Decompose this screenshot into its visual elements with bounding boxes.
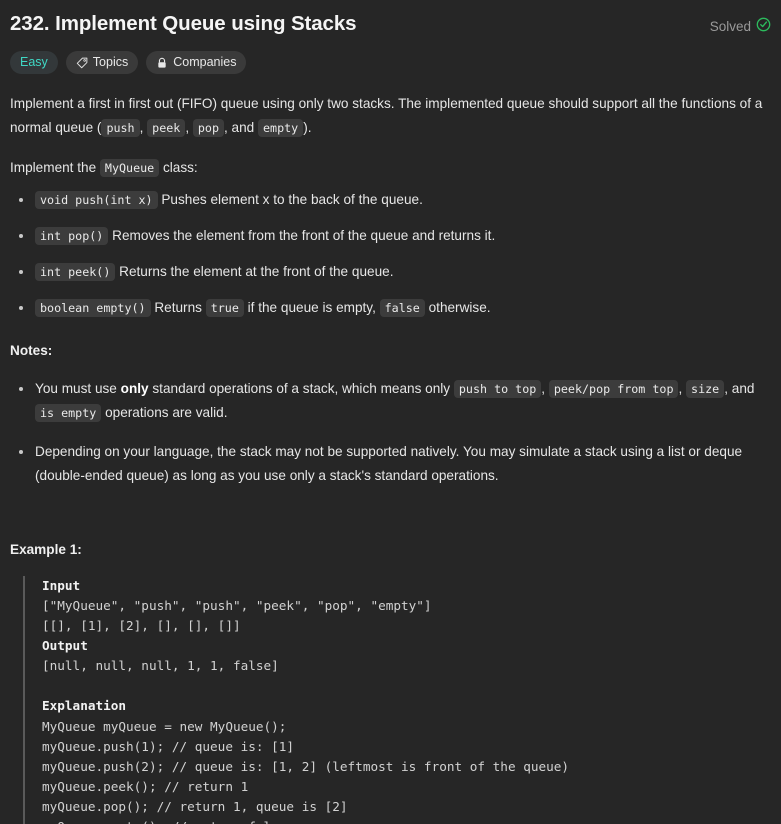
- list-item: boolean empty() Returns true if the queu…: [10, 296, 771, 320]
- note-text-e: , and: [724, 381, 755, 396]
- method-list: void push(int x) Pushes element x to the…: [10, 188, 771, 320]
- companies-pill[interactable]: Companies: [146, 51, 247, 74]
- code-chip-signature: boolean empty(): [35, 299, 151, 317]
- list-item: int peek() Returns the element at the fr…: [10, 260, 771, 284]
- sep-3: , and: [224, 120, 259, 135]
- example-input-label: Input: [42, 578, 81, 593]
- topics-pill[interactable]: Topics: [65, 51, 139, 74]
- note-emphasis: only: [120, 381, 149, 396]
- implement-text-b: class:: [159, 160, 198, 175]
- code-chip-push: push: [101, 119, 140, 137]
- intro-paragraph: Implement a first in first out (FIFO) qu…: [10, 92, 771, 140]
- tag-pill-row: Easy Topics Companies: [10, 51, 771, 74]
- intro-text-b: ).: [303, 120, 312, 135]
- implement-class-paragraph: Implement the MyQueue class:: [10, 156, 771, 180]
- tag-icon: [76, 57, 88, 69]
- lock-icon: [156, 57, 168, 69]
- note-text-f: operations are valid.: [101, 405, 228, 420]
- code-chip-false: false: [379, 299, 425, 317]
- page-title: 232. Implement Queue using Stacks: [10, 12, 357, 35]
- method-description: Removes the element from the front of th…: [108, 228, 496, 243]
- list-item: You must use only standard operations of…: [10, 377, 771, 425]
- check-circle-icon: [756, 17, 771, 35]
- method-description-a: Returns: [150, 300, 206, 315]
- method-description-b: if the queue is empty,: [243, 300, 380, 315]
- note-text-b: standard operations of a stack, which me…: [148, 381, 454, 396]
- problem-description-panel: 232. Implement Queue using Stacks Solved…: [0, 0, 781, 824]
- example-code-block: Input ["MyQueue", "push", "push", "peek"…: [23, 576, 771, 824]
- list-item: int pop() Removes the element from the f…: [10, 224, 771, 248]
- difficulty-easy-pill[interactable]: Easy: [10, 51, 58, 74]
- problem-header: 232. Implement Queue using Stacks Solved: [10, 8, 771, 37]
- example-heading: Example 1:: [10, 542, 82, 557]
- example-explanation-line-5: myQueue.pop(); // return 1, queue is [2]: [42, 798, 348, 814]
- example-explanation-line-6: myQueue.empty(); // return false: [42, 819, 286, 824]
- example-explanation-line-2: myQueue.push(1); // queue is: [1]: [42, 738, 295, 754]
- method-description: Pushes element x to the back of the queu…: [157, 192, 423, 207]
- status-badge: Solved: [710, 11, 771, 35]
- code-chip-signature: int pop(): [35, 227, 109, 245]
- code-chip-peek-pop-from-top: peek/pop from top: [548, 380, 679, 398]
- example-explanation-label: Explanation: [42, 698, 127, 714]
- solved-label: Solved: [709, 18, 751, 34]
- code-chip-empty: empty: [258, 119, 304, 137]
- code-chip-myqueue: MyQueue: [99, 159, 160, 177]
- example-explanation-line-3: myQueue.push(2); // queue is: [1, 2] (le…: [42, 758, 570, 774]
- example-input-line-1: ["MyQueue", "push", "push", "peek", "pop…: [42, 598, 432, 614]
- method-description-c: otherwise.: [424, 300, 491, 315]
- list-item: Depending on your language, the stack ma…: [10, 440, 771, 488]
- example-input-line-2: [[], [1], [2], [], [], []]: [42, 618, 241, 634]
- code-chip-push-to-top: push to top: [453, 380, 542, 398]
- code-chip-signature: void push(int x): [35, 191, 158, 209]
- example-output-label: Output: [42, 638, 88, 654]
- code-chip-size: size: [686, 380, 725, 398]
- code-chip-peek: peek: [147, 119, 186, 137]
- sep-2: ,: [185, 120, 193, 135]
- example-explanation-line-4: myQueue.peek(); // return 1: [42, 778, 249, 794]
- note-text-a: You must use: [35, 381, 121, 396]
- list-item: void push(int x) Pushes element x to the…: [10, 188, 771, 212]
- method-description: Returns the element at the front of the …: [115, 264, 394, 279]
- code-chip-pop: pop: [192, 119, 224, 137]
- difficulty-label: Easy: [20, 55, 48, 70]
- companies-label: Companies: [173, 55, 237, 70]
- code-chip-signature: int peek(): [35, 263, 116, 281]
- code-chip-is-empty: is empty: [35, 404, 102, 422]
- notes-heading: Notes:: [10, 343, 53, 358]
- code-chip-true: true: [205, 299, 244, 317]
- example-output-line-1: [null, null, null, 1, 1, false]: [42, 658, 279, 674]
- implement-text-a: Implement the: [10, 160, 100, 175]
- notes-list: You must use only standard operations of…: [10, 377, 771, 488]
- note-sep-c: ,: [541, 381, 549, 396]
- topics-label: Topics: [92, 55, 129, 70]
- example-explanation-line-1: MyQueue myQueue = new MyQueue();: [42, 718, 287, 734]
- note-sep-d: ,: [678, 381, 687, 396]
